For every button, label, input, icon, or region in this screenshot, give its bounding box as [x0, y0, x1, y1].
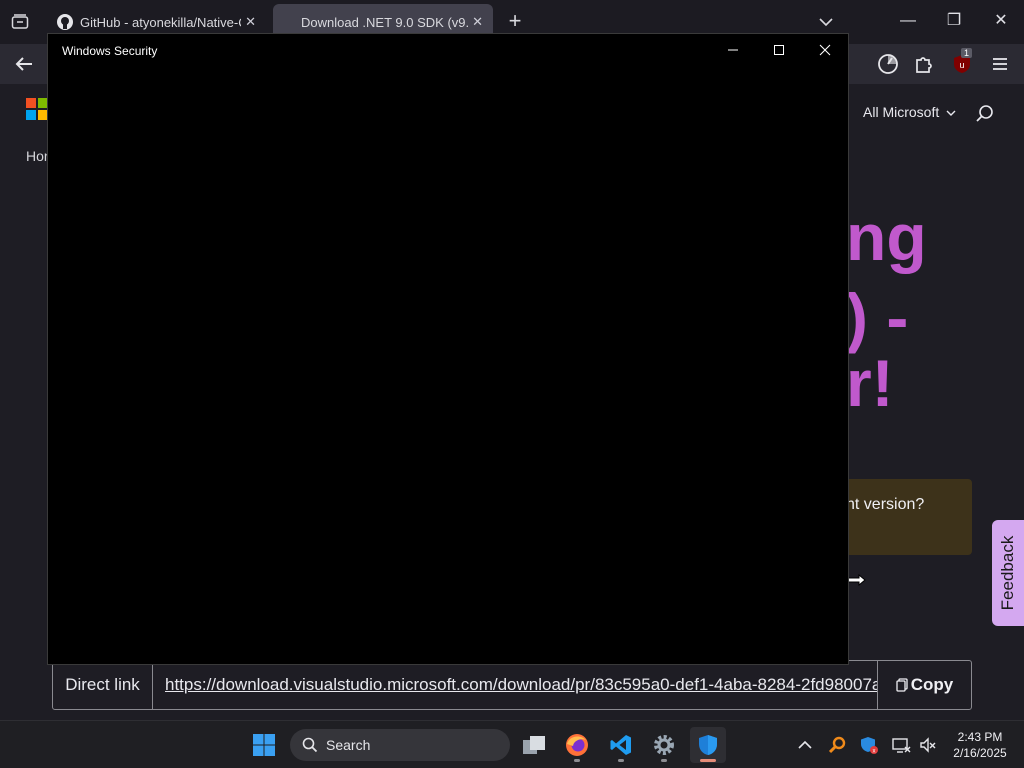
running-indicator: [700, 759, 716, 762]
all-microsoft-label: All Microsoft: [863, 104, 940, 120]
clock-time: 2:43 PM: [957, 730, 1003, 744]
ublock-origin-icon[interactable]: u 1: [950, 48, 974, 76]
tab-close-icon[interactable]: ✕: [472, 14, 483, 30]
copy-button[interactable]: Copy: [877, 661, 971, 709]
new-tab-button[interactable]: +: [504, 10, 526, 32]
dialog-minimize-button[interactable]: [721, 40, 745, 60]
taskbar-search-label: Search: [326, 737, 371, 753]
microsoft-logo[interactable]: [26, 98, 48, 120]
tab-title: Download .NET 9.0 SDK (v9.0.2(: [301, 14, 469, 30]
chevron-down-icon: [946, 110, 956, 116]
windows-security-icon[interactable]: [690, 727, 726, 763]
breadcrumb-home[interactable]: Hor: [26, 148, 49, 164]
dialog-title: Windows Security: [62, 44, 158, 58]
volume-muted-icon[interactable]: [918, 735, 938, 755]
browser-minimize-button[interactable]: —: [897, 10, 919, 32]
hamburger-menu-icon[interactable]: [988, 52, 1012, 76]
performance-gauge-icon[interactable]: [876, 52, 900, 76]
search-icon[interactable]: [975, 104, 995, 124]
svg-text:u: u: [959, 60, 964, 70]
dialog-maximize-button[interactable]: [767, 40, 791, 60]
running-indicator: [661, 759, 667, 762]
version-notice-box: [846, 479, 972, 555]
defender-icon[interactable]: x: [859, 735, 879, 755]
search-icon: [302, 737, 318, 753]
github-icon: [57, 14, 73, 30]
network-icon[interactable]: [891, 735, 911, 755]
windows-security-dialog[interactable]: Windows Security: [47, 33, 849, 665]
task-view-icon[interactable]: [516, 727, 552, 763]
chevron-down-icon[interactable]: [816, 12, 836, 32]
direct-link-url[interactable]: https://download.visualstudio.microsoft.…: [153, 661, 877, 709]
hero-heading-line: ) -: [846, 280, 909, 354]
chevron-up-icon[interactable]: [795, 735, 815, 755]
clock-date: 2/16/2025: [953, 746, 1007, 760]
dialog-close-button[interactable]: [813, 40, 837, 60]
taskbar-clock[interactable]: 2:43 PM 2/16/2025: [944, 729, 1016, 761]
copy-icon: [896, 678, 908, 692]
settings-icon[interactable]: [646, 727, 682, 763]
feedback-button[interactable]: Feedback: [992, 520, 1024, 626]
hero-heading-line: r!: [846, 346, 894, 420]
taskbar: Search x 2:43 PM 2/16/2025: [0, 720, 1024, 768]
svg-text:x: x: [873, 749, 876, 755]
firefox-icon[interactable]: [559, 727, 595, 763]
copy-label: Copy: [910, 675, 954, 694]
start-icon[interactable]: [246, 727, 282, 763]
search-tool-icon[interactable]: [828, 735, 848, 755]
all-microsoft-menu[interactable]: All Microsoft: [863, 104, 956, 120]
vscode-icon[interactable]: [603, 727, 639, 763]
version-notice-text: nt version?: [846, 496, 925, 513]
extensions-puzzle-icon[interactable]: [912, 52, 936, 76]
extension-badge: 1: [961, 48, 973, 58]
back-arrow-icon[interactable]: [12, 52, 36, 76]
taskbar-search-box[interactable]: Search: [290, 729, 510, 761]
browser-close-button[interactable]: ✕: [990, 10, 1012, 32]
hero-heading-line: ng: [846, 200, 927, 274]
direct-link-row: Direct link https://download.visualstudi…: [52, 660, 972, 710]
direct-link-label: Direct link: [53, 661, 153, 709]
browser-restore-button[interactable]: ❐: [943, 10, 965, 32]
tab-title: GitHub - atyonekilla/Native-Cry: [80, 14, 242, 30]
feedback-label: Feedback: [998, 535, 1017, 611]
tab-overview-icon[interactable]: [8, 10, 32, 34]
tab-close-icon[interactable]: ✕: [245, 14, 256, 30]
running-indicator: [574, 759, 580, 762]
running-indicator: [618, 759, 624, 762]
